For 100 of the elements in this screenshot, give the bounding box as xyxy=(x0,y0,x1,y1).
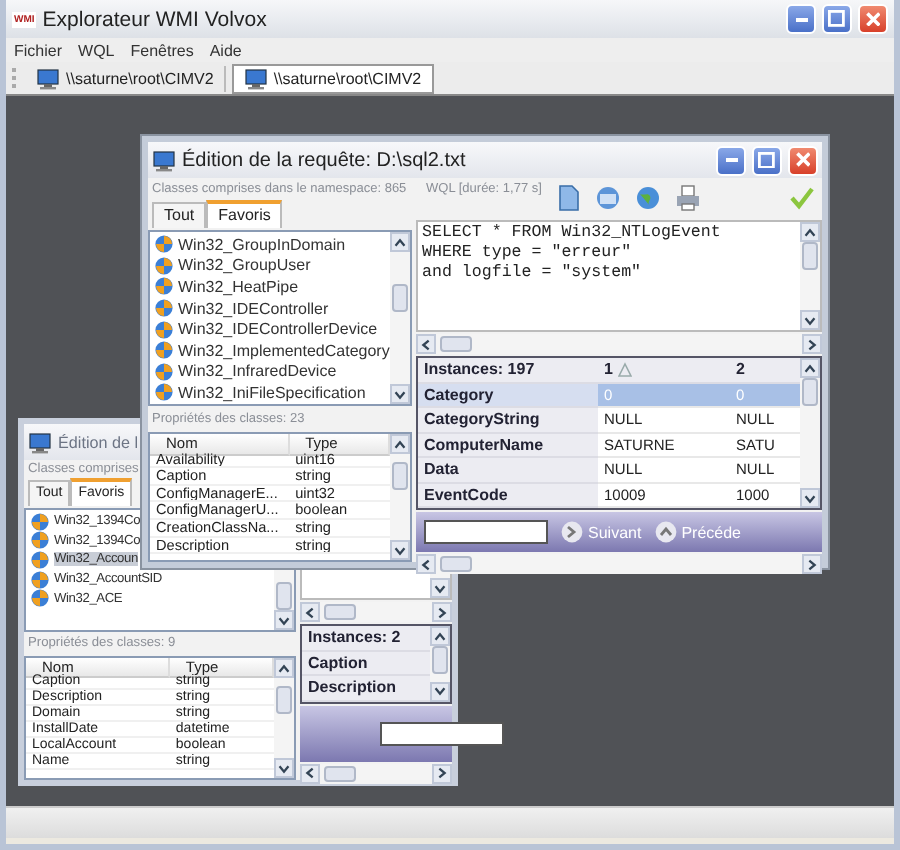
cube-icon xyxy=(154,255,174,276)
tab[interactable]: Favoris xyxy=(206,200,283,228)
cube-icon xyxy=(154,276,174,297)
list-item[interactable]: Win32_IniFileSpecification xyxy=(178,383,366,402)
printer-icon xyxy=(673,184,702,212)
scroll-right-button[interactable] xyxy=(432,602,452,622)
scroll-up-button[interactable] xyxy=(390,434,410,454)
row-header: Description xyxy=(302,676,430,701)
maximize-button[interactable] xyxy=(822,4,852,34)
scroll-up-button[interactable] xyxy=(800,358,820,378)
list-item[interactable]: Win32_GroupInDomain xyxy=(178,235,346,254)
window-title: Explorateur WMI Volvox xyxy=(42,7,267,31)
cube-icon xyxy=(154,382,174,403)
scroll-up-button[interactable] xyxy=(274,658,294,678)
maximize-icon xyxy=(758,151,776,169)
list-item[interactable]: Win32_ImplementedCategory xyxy=(178,341,390,360)
cube-icon xyxy=(154,319,174,340)
row-header: Caption xyxy=(302,651,430,676)
scroll-thumb[interactable] xyxy=(440,336,472,352)
cube-icon xyxy=(30,511,50,532)
cube-icon xyxy=(154,361,174,382)
scroll-down-button[interactable] xyxy=(390,540,410,560)
scroll-left-button[interactable] xyxy=(300,602,320,622)
connection-tab[interactable]: \\saturne\root\CIMV2 xyxy=(231,63,434,93)
row-header: ComputerName xyxy=(418,433,598,458)
close-button[interactable] xyxy=(858,4,888,34)
scroll-down-button[interactable] xyxy=(430,578,450,598)
row-header: Data xyxy=(418,458,598,483)
column-header[interactable]: 1 xyxy=(598,358,730,383)
window-title: Édition de la requête: D:\sql2.txt xyxy=(182,149,466,171)
minimize-icon xyxy=(725,158,737,162)
globe-icon xyxy=(633,184,662,212)
list-item[interactable]: Win32_GroupUser xyxy=(178,256,311,275)
cube-icon xyxy=(30,569,50,590)
list-item[interactable]: Win32_IDEControllerDevice xyxy=(178,320,378,339)
scroll-thumb[interactable] xyxy=(324,765,356,781)
column-header[interactable]: Instances: 2 xyxy=(302,626,430,651)
scroll-left-button[interactable] xyxy=(300,763,320,783)
scroll-left-button[interactable] xyxy=(416,554,436,574)
scroll-up-button[interactable] xyxy=(800,222,820,242)
scroll-down-button[interactable] xyxy=(274,610,294,630)
scroll-thumb[interactable] xyxy=(432,646,448,674)
tab[interactable]: Tout xyxy=(152,202,207,228)
check-icon xyxy=(788,184,816,212)
row-header: EventCode xyxy=(418,483,598,508)
input-field[interactable] xyxy=(424,520,548,544)
list-item[interactable]: Win32_IDEController xyxy=(178,299,329,318)
column-header[interactable]: 2 xyxy=(730,358,800,383)
monitor-icon xyxy=(243,67,268,89)
cube-icon xyxy=(154,298,174,319)
scroll-thumb[interactable] xyxy=(276,582,292,610)
close-icon xyxy=(865,11,881,27)
cube-icon xyxy=(30,549,50,570)
column-header[interactable]: Instances: 197 xyxy=(418,358,598,383)
scroll-thumb[interactable] xyxy=(802,378,818,406)
close-button[interactable] xyxy=(788,145,818,175)
scroll-down-button[interactable] xyxy=(274,758,294,778)
scroll-right-button[interactable] xyxy=(802,554,822,574)
scroll-left-button[interactable] xyxy=(416,334,436,354)
scroll-thumb[interactable] xyxy=(802,242,818,270)
scroll-thumb[interactable] xyxy=(392,284,408,312)
connection-tab[interactable]: \\saturne\root\CIMV2 xyxy=(26,65,226,91)
minimize-button[interactable] xyxy=(786,4,816,34)
scroll-thumb[interactable] xyxy=(392,462,408,490)
toolbar-grip xyxy=(12,68,20,88)
menu-item[interactable]: Aide xyxy=(209,41,242,59)
row-header: CategoryString xyxy=(418,408,598,433)
scroll-down-button[interactable] xyxy=(430,681,450,701)
cube-icon xyxy=(30,530,50,551)
scroll-up-button[interactable] xyxy=(430,626,450,646)
scroll-right-button[interactable] xyxy=(432,763,452,783)
menu-item[interactable]: WQL xyxy=(78,41,115,59)
scroll-thumb[interactable] xyxy=(440,556,472,572)
monitor-icon xyxy=(28,431,52,453)
monitor-icon xyxy=(36,67,60,89)
scroll-right-button[interactable] xyxy=(802,334,822,354)
network-icon xyxy=(593,184,622,212)
minimize-button[interactable] xyxy=(716,145,746,175)
code-line: SELECT * FROM Win32_NTLogEvent xyxy=(422,224,723,244)
code-line: and logfile = "system" xyxy=(422,264,644,284)
scroll-thumb[interactable] xyxy=(276,686,292,714)
row-header: Category xyxy=(418,383,598,408)
menu-item[interactable]: Fichier xyxy=(14,41,63,59)
input-field[interactable] xyxy=(380,721,504,745)
close-icon xyxy=(795,152,811,168)
list-item[interactable]: Win32_HeatPipe xyxy=(178,277,299,296)
scroll-up-button[interactable] xyxy=(390,232,410,252)
list-item[interactable]: Win32_InfraredDevice xyxy=(178,362,337,381)
monitor-icon xyxy=(152,149,176,171)
document-icon xyxy=(553,184,582,212)
scroll-thumb[interactable] xyxy=(324,604,356,620)
cube-icon xyxy=(30,588,50,609)
maximize-icon xyxy=(828,10,846,28)
scroll-down-button[interactable] xyxy=(800,310,820,330)
cube-icon xyxy=(154,340,174,361)
maximize-button[interactable] xyxy=(752,145,782,175)
scroll-down-button[interactable] xyxy=(800,488,820,508)
menu-item[interactable]: Fenêtres xyxy=(130,41,194,59)
code-line: WHERE type = "erreur" xyxy=(422,244,634,264)
scroll-down-button[interactable] xyxy=(390,384,410,404)
